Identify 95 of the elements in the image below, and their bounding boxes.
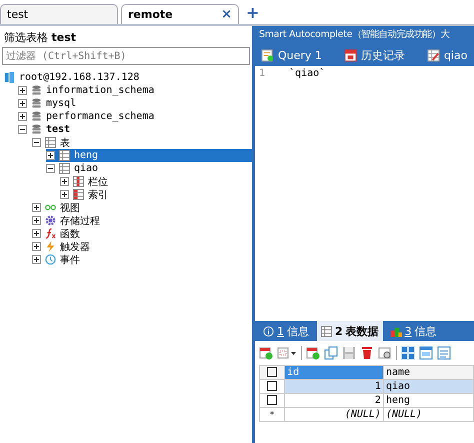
- collapse-icon[interactable]: [18, 125, 27, 134]
- expand-icon[interactable]: [32, 203, 41, 212]
- query-tab-label: qiao: [444, 48, 468, 62]
- index-icon: [73, 189, 84, 200]
- autocomplete-header: Smart Autocomplete（智能自动完成功能）大: [258, 28, 450, 42]
- table-cell: qiao: [383, 380, 474, 394]
- line-number: 1: [259, 68, 266, 79]
- tree-item[interactable]: qiao: [46, 162, 252, 175]
- tree-item[interactable]: information_schema: [18, 84, 252, 97]
- collapse-icon[interactable]: [32, 138, 41, 147]
- tree-item[interactable]: root@192.168.137.128: [4, 71, 252, 84]
- insert-row-icon[interactable]: [306, 346, 320, 360]
- row-checkbox[interactable]: [267, 395, 278, 406]
- dropdown-grid-icon[interactable]: [277, 346, 297, 360]
- query-tab-label: Query 1: [278, 48, 322, 62]
- clock-icon: [45, 254, 56, 265]
- form-view-icon[interactable]: [419, 346, 433, 360]
- new-row-marker: *: [270, 410, 274, 419]
- tree-item[interactable]: 表: [32, 136, 252, 149]
- expand-icon[interactable]: [60, 190, 69, 199]
- query-icon: [261, 48, 274, 62]
- tree-item[interactable]: heng: [46, 149, 252, 162]
- table-cell: (NULL): [383, 408, 474, 422]
- connection-tab[interactable]: test: [0, 4, 118, 24]
- server-icon: [4, 72, 15, 83]
- table-icon: [45, 137, 56, 148]
- tree-item[interactable]: 存储过程: [32, 214, 252, 227]
- tab-label: test: [7, 8, 28, 21]
- text-view-icon[interactable]: [437, 346, 451, 360]
- query-tab[interactable]: qiao: [426, 48, 468, 62]
- filter-field[interactable]: 过滤器 (Ctrl+Shift+B): [2, 47, 250, 65]
- new-tab-button[interactable]: +: [242, 3, 264, 24]
- calendar-icon: [344, 48, 357, 62]
- tab-number: 2: [335, 324, 343, 338]
- code-line: `qiao`: [289, 68, 326, 79]
- info-icon: [263, 326, 274, 336]
- tab-number: 3: [404, 324, 412, 338]
- filter-title: 筛选表格 test: [3, 30, 78, 46]
- table-cell: 2: [284, 394, 384, 408]
- columns-icon: [73, 176, 84, 187]
- result-tab[interactable]: 3 信息: [386, 321, 441, 341]
- tree-item[interactable]: 视图: [32, 201, 252, 214]
- result-tab[interactable]: 2 表数据: [317, 321, 383, 341]
- result-tab[interactable]: 1 信息: [259, 321, 313, 341]
- select-all-checkbox[interactable]: [267, 367, 278, 378]
- tree-item[interactable]: 栏位: [60, 175, 252, 188]
- expand-icon[interactable]: [18, 86, 27, 95]
- database-icon: [31, 98, 42, 109]
- close-icon[interactable]: ×: [221, 7, 232, 22]
- function-icon: [45, 228, 56, 239]
- chart-icon: [390, 326, 402, 336]
- tree-item[interactable]: 触发器: [32, 240, 252, 253]
- table-edit-icon: [426, 48, 440, 62]
- expand-icon[interactable]: [32, 229, 41, 238]
- expand-icon[interactable]: [46, 151, 55, 160]
- expand-icon[interactable]: [18, 99, 27, 108]
- table-cell: (NULL): [284, 408, 384, 422]
- table-icon: [321, 326, 332, 336]
- tree-item[interactable]: 事件: [32, 253, 252, 266]
- tab-number: 1: [277, 324, 284, 338]
- add-row-icon[interactable]: [259, 346, 273, 360]
- tab-label: 信息: [287, 324, 309, 338]
- tab-label: 信息: [414, 324, 437, 338]
- collapse-icon[interactable]: [46, 164, 55, 173]
- table-cell: 1: [284, 380, 384, 394]
- tree-item[interactable]: performance_schema: [18, 110, 252, 123]
- table-icon: [59, 163, 70, 174]
- tree-item[interactable]: 索引: [60, 188, 252, 201]
- column-header[interactable]: name: [383, 366, 474, 380]
- table-icon: [59, 150, 70, 161]
- database-icon: [31, 111, 42, 122]
- query-tab[interactable]: 历史记录: [344, 48, 405, 62]
- tree-item[interactable]: mysql: [18, 97, 252, 110]
- tab-label: remote: [128, 8, 173, 21]
- table-cell: heng: [383, 394, 474, 408]
- tree-item[interactable]: test: [18, 123, 252, 136]
- query-tab-label: 历史记录: [360, 48, 405, 62]
- delete-icon[interactable]: [360, 346, 374, 360]
- expand-icon[interactable]: [32, 242, 41, 251]
- query-tab[interactable]: Query 1: [261, 48, 322, 62]
- glasses-icon: [45, 202, 56, 213]
- gear-icon: [45, 215, 56, 226]
- grid-view-icon[interactable]: [401, 346, 415, 360]
- database-icon: [31, 85, 42, 96]
- expand-icon[interactable]: [60, 177, 69, 186]
- copy-icon[interactable]: [324, 346, 338, 360]
- connection-tab[interactable]: remote ×: [121, 4, 239, 24]
- expand-icon[interactable]: [32, 216, 41, 225]
- expand-icon[interactable]: [18, 112, 27, 121]
- expand-icon[interactable]: [32, 255, 41, 264]
- database-icon: [31, 124, 42, 135]
- lightning-icon: [45, 241, 56, 252]
- tab-label: 表数据: [346, 324, 379, 338]
- tree-item[interactable]: 函数: [32, 227, 252, 240]
- row-checkbox[interactable]: [267, 381, 278, 392]
